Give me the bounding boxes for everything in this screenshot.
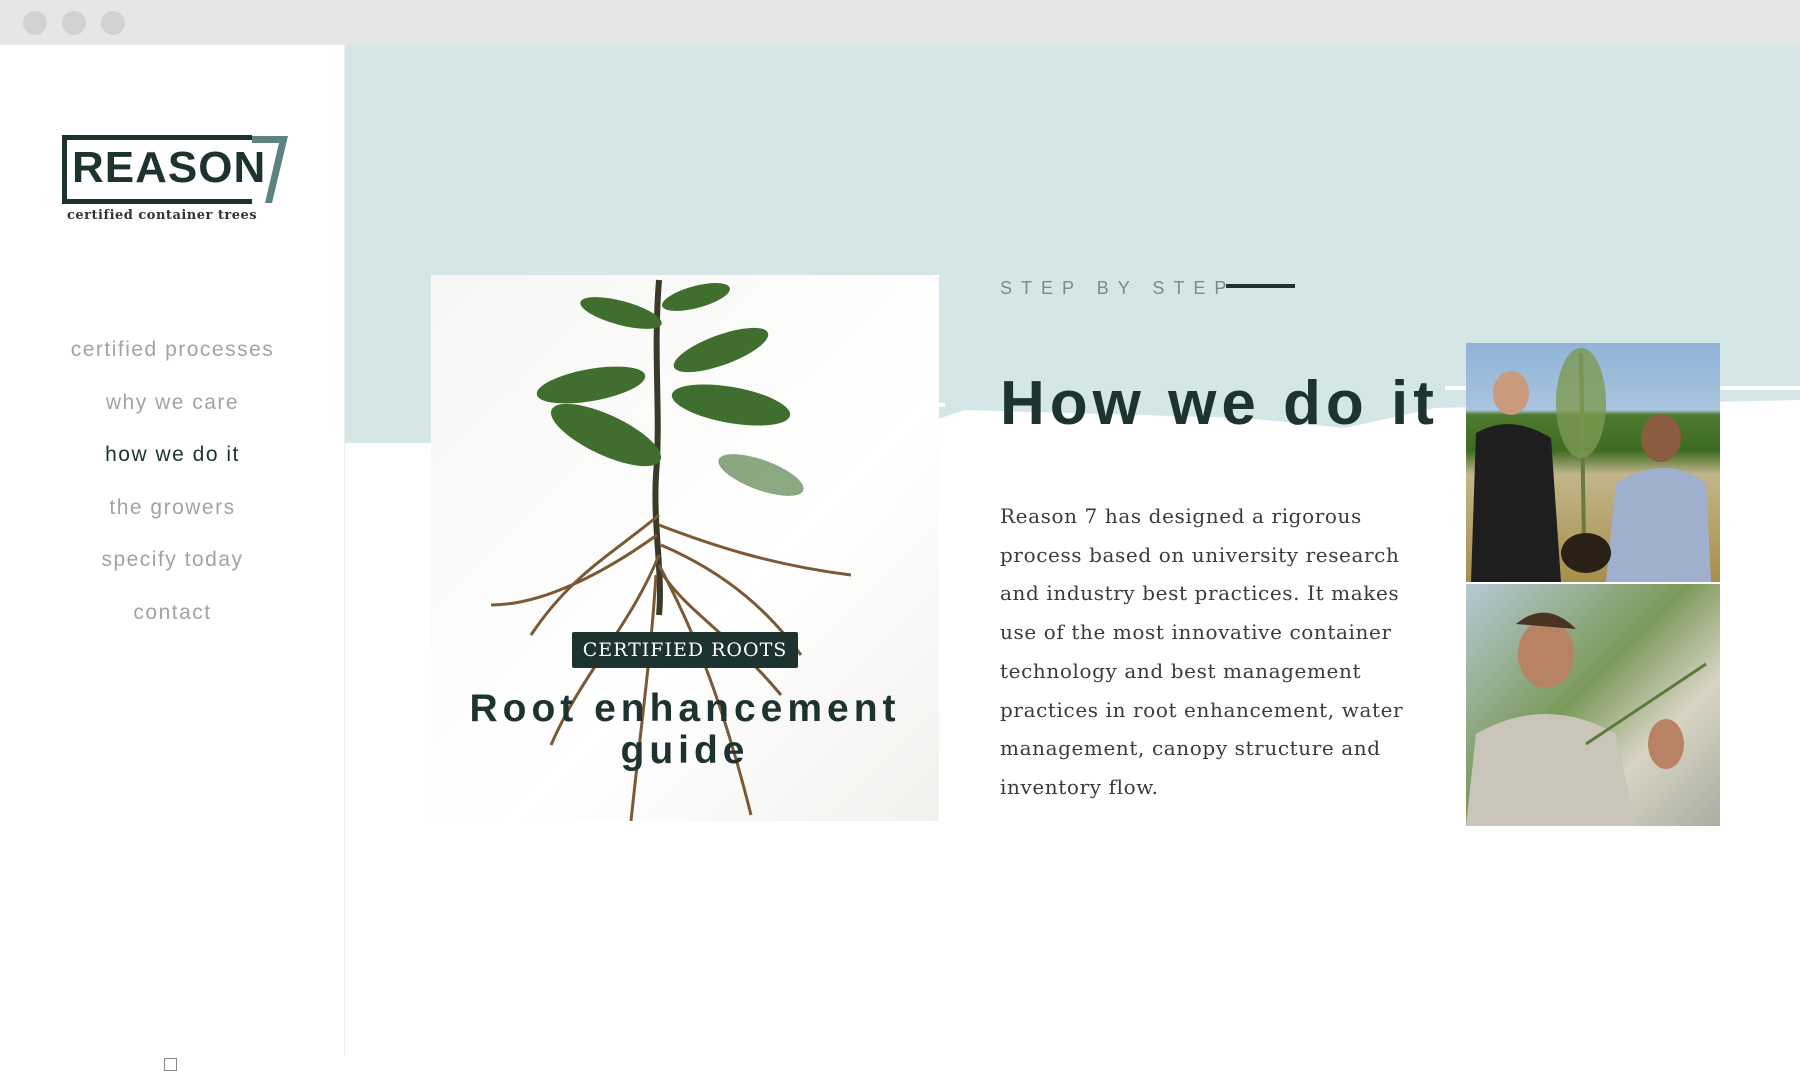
nav-specify-today[interactable]: specify today [0, 545, 345, 598]
logo-seven-icon [252, 136, 288, 203]
nav-why-we-care[interactable]: why we care [0, 388, 345, 441]
logo-wordmark: REASON [72, 143, 267, 192]
sidebar: REASON certified container trees certifi… [0, 45, 345, 1071]
growers-planting-photo [1466, 343, 1720, 582]
logo[interactable]: REASON certified container trees [62, 135, 288, 225]
main-nav: certified processes why we care how we d… [0, 335, 345, 650]
section-kicker: STEP BY STEP [1000, 278, 1236, 298]
certified-roots-badge: CERTIFIED ROOTS [572, 632, 798, 668]
browser-titlebar [0, 0, 1800, 45]
nav-contact[interactable]: contact [0, 598, 345, 651]
window-maximize-dot[interactable] [101, 11, 125, 35]
window-minimize-dot[interactable] [62, 11, 86, 35]
nav-the-growers[interactable]: the growers [0, 493, 345, 546]
logo-tagline: certified container trees [67, 208, 258, 223]
square-icon[interactable] [164, 1058, 177, 1071]
window-close-dot[interactable] [23, 11, 47, 35]
nav-certified-processes[interactable]: certified processes [0, 335, 345, 388]
section-body: Reason 7 has designed a rigorous process… [1000, 504, 1404, 799]
nav-how-we-do-it[interactable]: how we do it [0, 440, 345, 493]
section-heading: How we do it [1000, 369, 1439, 438]
kicker-divider [1226, 284, 1295, 288]
root-guide-title[interactable]: Root enhancement guide [431, 688, 939, 772]
grower-inspecting-photo [1466, 584, 1720, 826]
